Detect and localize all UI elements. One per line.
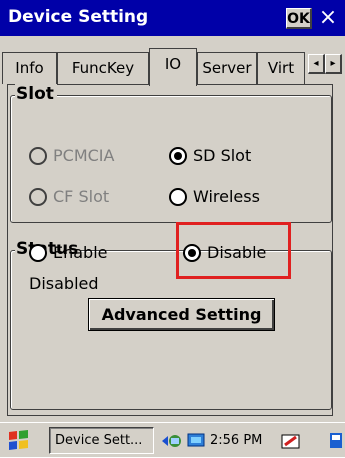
wireless-radio-label: Wireless: [193, 187, 260, 206]
ok-button[interactable]: OK: [286, 8, 312, 29]
radio-circle-icon: [169, 187, 187, 206]
title-bar: Device Setting OK ×: [0, 0, 345, 36]
tab-info[interactable]: Info: [2, 52, 57, 84]
cf-slot-radio-label: CF Slot: [53, 187, 110, 206]
close-button[interactable]: ×: [316, 5, 340, 31]
status-text: Disabled: [29, 274, 99, 293]
slot-group-legend: Slot: [15, 84, 57, 104]
network-icon[interactable]: [160, 431, 184, 458]
wireless-radio[interactable]: Wireless: [169, 187, 260, 206]
enable-radio[interactable]: Enable: [29, 243, 108, 262]
sd-slot-radio-label: SD Slot: [193, 146, 252, 165]
enable-radio-label: Enable: [53, 243, 108, 262]
window-title: Device Setting: [8, 7, 149, 27]
radio-circle-icon: [29, 243, 47, 262]
connection-icon[interactable]: [186, 431, 206, 458]
tab-strip: Info FuncKey IO Server Virt ◂ ▸: [0, 48, 345, 86]
cf-slot-radio[interactable]: CF Slot: [29, 187, 109, 206]
taskbar: Device Sett... 2:56 PM: [0, 422, 345, 457]
tab-server[interactable]: Server: [197, 52, 257, 84]
radio-circle-icon: [29, 146, 47, 165]
dialog-client: Info FuncKey IO Server Virt ◂ ▸ Slot Sta…: [0, 36, 345, 422]
tab-io[interactable]: IO: [149, 48, 197, 86]
taskbar-task-device-setting[interactable]: Device Sett...: [49, 427, 154, 454]
sd-slot-radio[interactable]: SD Slot: [169, 146, 251, 165]
tab-scroll-right-button[interactable]: ▸: [325, 54, 342, 74]
pcmcia-radio[interactable]: PCMCIA: [29, 146, 114, 165]
advanced-setting-button[interactable]: Advanced Setting: [88, 298, 275, 331]
windows-flag-icon[interactable]: [6, 428, 32, 457]
desktop-icon[interactable]: [328, 431, 344, 458]
keyboard-icon[interactable]: [280, 431, 302, 458]
radio-selected-icon: [169, 146, 187, 165]
clock-time[interactable]: 2:56 PM: [210, 431, 262, 451]
radio-circle-icon: [29, 187, 47, 206]
tab-scroll-left-button[interactable]: ◂: [308, 54, 325, 74]
tab-virt[interactable]: Virt: [257, 52, 305, 84]
pcmcia-radio-label: PCMCIA: [53, 146, 115, 165]
tab-funckey[interactable]: FuncKey: [57, 52, 149, 84]
highlight-box: [176, 222, 291, 279]
